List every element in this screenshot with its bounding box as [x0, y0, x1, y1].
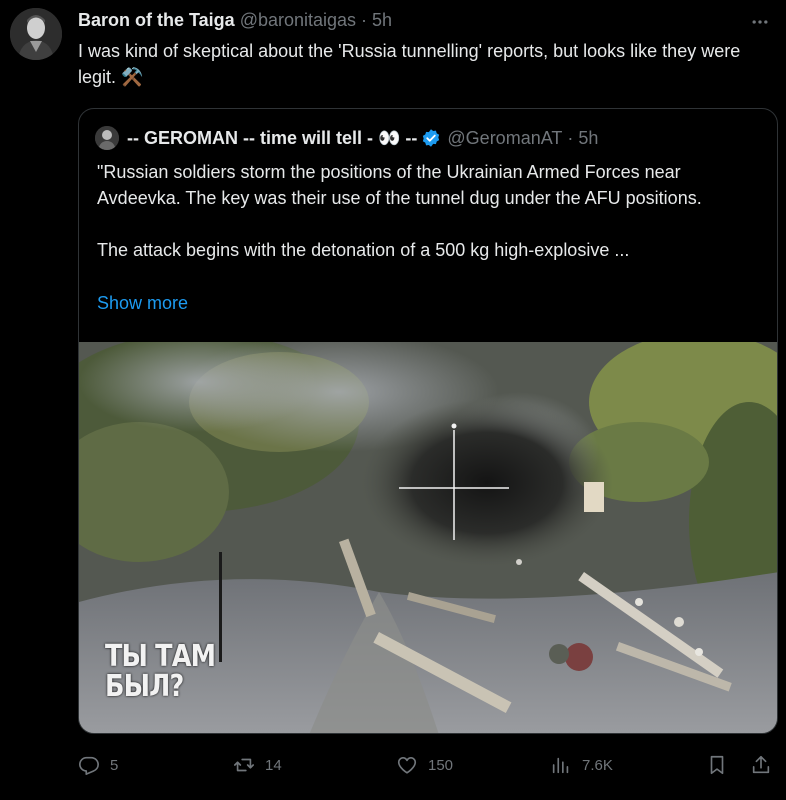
tweet[interactable]: Baron of the Taiga @baronitaigas · 5h I … [0, 0, 786, 800]
tweet-header: Baron of the Taiga @baronitaigas · 5h [78, 8, 392, 32]
reply-count: 5 [110, 756, 119, 774]
quote-separator-dot: · [567, 127, 574, 148]
views-count: 7.6K [582, 756, 613, 774]
bookmark-icon [710, 755, 724, 775]
verified-badge-icon [421, 128, 441, 148]
views-button[interactable]: 7.6K [550, 750, 613, 780]
reply-icon [79, 756, 99, 775]
quote-header: -- GEROMAN -- time will tell - 👀 -- @Ger… [95, 125, 598, 151]
repost-button[interactable]: 14 [233, 750, 282, 780]
show-more-link[interactable]: Show more [97, 293, 188, 314]
quote-author-handle[interactable]: @GeromanAT [447, 128, 562, 149]
author-handle[interactable]: @baronitaigas [240, 10, 356, 31]
action-bar: 5 14 150 7.6K [78, 750, 778, 780]
repost-icon [234, 758, 254, 772]
author-avatar[interactable] [10, 8, 62, 60]
author-name[interactable]: Baron of the Taiga [78, 10, 235, 31]
more-icon[interactable] [748, 10, 772, 34]
quote-video[interactable]: ТЫ ТАМ БЫЛ? [79, 342, 777, 733]
quote-author-name[interactable]: -- GEROMAN -- time will tell - 👀 -- [127, 128, 417, 149]
views-icon [552, 757, 569, 774]
quote-time[interactable]: 5h [578, 128, 598, 149]
quoted-tweet[interactable]: -- GEROMAN -- time will tell - 👀 -- @Ger… [78, 108, 778, 734]
share-icon [752, 755, 770, 774]
like-count: 150 [428, 756, 454, 774]
separator-dot: · [361, 9, 368, 30]
quote-text: "Russian soldiers storm the positions of… [97, 162, 702, 260]
tweet-text: I was kind of skeptical about the 'Russi… [78, 41, 741, 87]
share-button[interactable] [750, 750, 772, 780]
watermark-line-2: БЫЛ? [105, 669, 184, 704]
quote-avatar[interactable] [95, 126, 119, 150]
like-button[interactable]: 150 [396, 750, 453, 780]
repost-count: 14 [265, 756, 282, 774]
video-watermark: ТЫ ТАМ БЫЛ? [105, 642, 216, 704]
heart-icon [397, 757, 417, 774]
bookmark-button[interactable] [706, 750, 728, 780]
tweet-time[interactable]: 5h [372, 10, 392, 31]
reply-button[interactable]: 5 [78, 750, 118, 780]
